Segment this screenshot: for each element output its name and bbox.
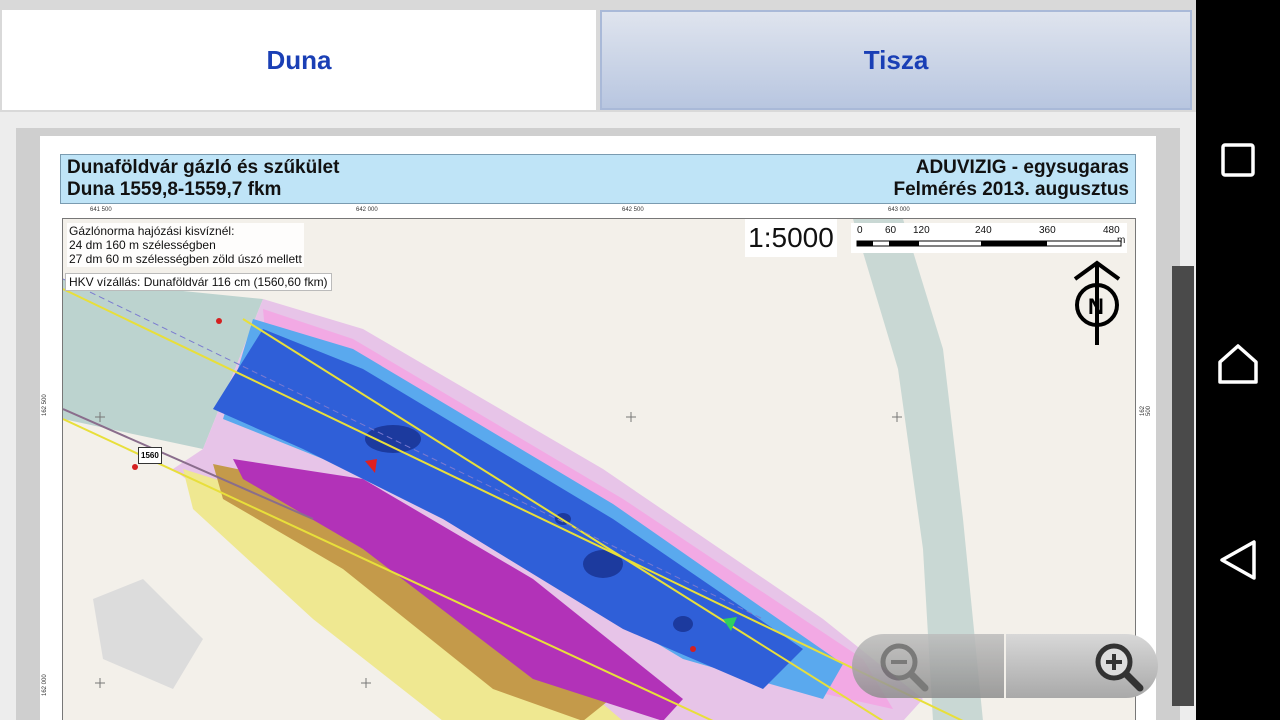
scale-bar-graphic (856, 240, 1122, 247)
scrollbar[interactable] (1172, 266, 1194, 706)
map-sheet: Dunaföldvár gázló és szűkület Duna 1559,… (40, 136, 1156, 720)
zoom-in-button[interactable] (1006, 634, 1158, 698)
recents-icon (1221, 143, 1255, 177)
coord-label: 162 500 (42, 394, 48, 416)
map-survey-date: Felmérés 2013. augusztus (893, 179, 1130, 200)
coord-label: 642 500 (622, 207, 644, 213)
coord-label: 641 500 (90, 207, 112, 213)
map-subtitle: Duna 1559,8-1559,7 fkm (67, 179, 282, 200)
info-line: 27 dm 60 m szélességben zöld úszó mellet… (69, 252, 302, 266)
zoom-out-icon (880, 643, 929, 692)
home-button[interactable] (1212, 338, 1264, 390)
info-line: 24 dm 160 m szélességben (69, 238, 216, 252)
info-box: Gázlónorma hajózási kisvíznél: 24 dm 160… (67, 223, 304, 267)
back-button[interactable] (1212, 534, 1264, 586)
river-km-marker: 1560 (138, 447, 162, 464)
hkv-water-level: HKV vízállás: Dunaföldvár 116 cm (1560,6… (65, 273, 332, 291)
zoom-out-button[interactable] (852, 634, 1004, 698)
home-icon (1218, 344, 1258, 384)
tab-tisza[interactable]: Tisza (600, 10, 1192, 110)
back-icon (1220, 540, 1256, 580)
map-title: Dunaföldvár gázló és szűkület (67, 157, 340, 178)
coord-label: 162 500 (1140, 405, 1152, 416)
zoom-in-icon (1095, 643, 1144, 692)
info-line: Gázlónorma hajózási kisvíznél: (69, 224, 235, 238)
coord-label: 642 000 (356, 207, 378, 213)
scale-bar: 0 60 120 240 360 480 m (851, 223, 1127, 253)
map-viewer[interactable]: Dunaföldvár gázló és szűkület Duna 1559,… (16, 128, 1194, 720)
north-label: N (1088, 294, 1104, 319)
map-source: ADUVIZIG - egysugaras (915, 157, 1129, 178)
tab-duna[interactable]: Duna (2, 10, 596, 110)
system-nav-bar (1196, 0, 1280, 720)
map-scale: 1:5000 (745, 219, 837, 257)
coord-label: 643 000 (888, 207, 910, 213)
coord-label: 162 000 (42, 674, 48, 696)
zoom-controls (852, 634, 1158, 698)
recents-button[interactable] (1212, 134, 1264, 186)
tab-bar: Duna Tisza (0, 0, 1196, 112)
map-title-box: Dunaföldvár gázló és szűkület Duna 1559,… (60, 154, 1136, 204)
